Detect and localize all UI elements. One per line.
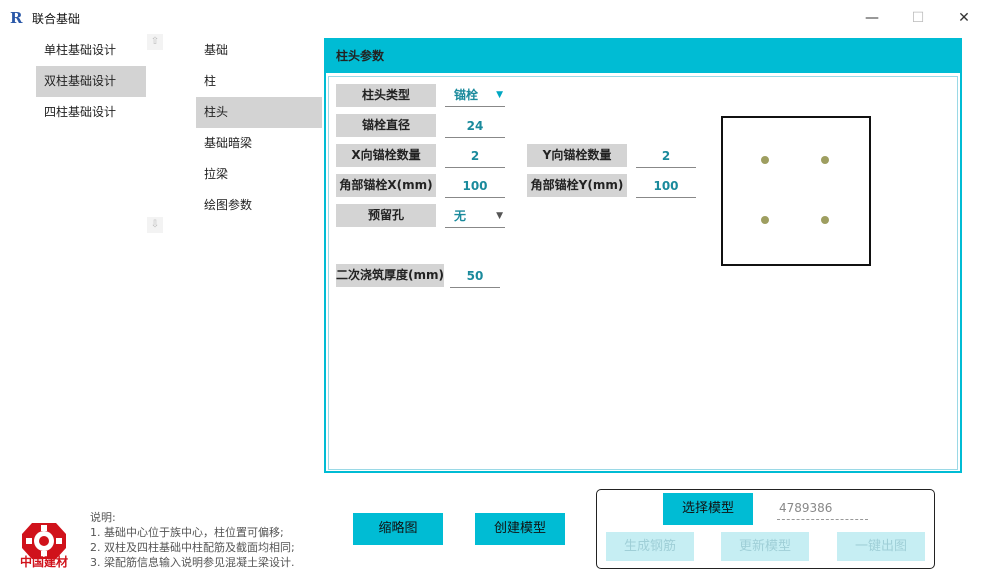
notes: 说明: 1. 基础中心位于族中心，柱位置可偏移; 2. 双柱及四柱基础中柱配筋及… (90, 510, 295, 570)
tab-tie-beam[interactable]: 拉梁 (196, 159, 322, 190)
corner-anchor-x-label: 角部锚栓X(mm) (336, 174, 436, 197)
minimize-button[interactable]: — (857, 6, 887, 30)
model-id-field[interactable]: 4789386 (777, 496, 868, 520)
create-model-button[interactable]: 创建模型 (475, 513, 565, 545)
logo-text: 中国建材 (19, 555, 68, 569)
notes-line: 3. 梁配筋信息输入说明参见混凝土梁设计. (90, 556, 295, 569)
nav-double-column[interactable]: 双柱基础设计 (36, 66, 146, 97)
close-button[interactable]: ✕ (949, 6, 979, 30)
dropdown-arrow-icon: ▼ (496, 211, 503, 221)
tab-column-head[interactable]: 柱头 (196, 97, 322, 128)
anchor-dot (761, 216, 769, 224)
scroll-up-icon[interactable]: ⇧ (147, 34, 163, 50)
maximize-button[interactable]: ☐ (903, 6, 933, 30)
y-anchor-count-label: Y向锚栓数量 (527, 144, 627, 167)
x-anchor-count-label: X向锚栓数量 (336, 144, 436, 167)
grout-thickness-label: 二次浇筑厚度(mm) (336, 264, 444, 287)
notes-line: 1. 基础中心位于族中心，柱位置可偏移; (90, 526, 284, 539)
tab-column[interactable]: 柱 (196, 66, 322, 97)
anchor-diameter-input[interactable]: 24 (445, 114, 505, 138)
reserved-hole-dropdown[interactable]: 无 ▼ (445, 204, 505, 228)
scroll-down-icon[interactable]: ⇩ (147, 217, 163, 233)
thumbnail-button[interactable]: 缩略图 (353, 513, 443, 545)
head-type-dropdown[interactable]: 锚栓 ▼ (445, 83, 505, 107)
tab-foundation[interactable]: 基础 (196, 35, 322, 66)
reserved-hole-label: 预留孔 (336, 204, 436, 227)
corner-anchor-x-input[interactable]: 100 (445, 174, 505, 198)
corner-anchor-y-label: 角部锚栓Y(mm) (527, 174, 627, 197)
anchor-dot (821, 216, 829, 224)
head-type-label: 柱头类型 (336, 84, 436, 107)
nav-four-column[interactable]: 四柱基础设计 (36, 97, 146, 128)
notes-line: 2. 双柱及四柱基础中柱配筋及截面均相同; (90, 541, 295, 554)
corner-anchor-y-input[interactable]: 100 (636, 174, 696, 198)
anchor-diameter-label: 锚栓直径 (336, 114, 436, 137)
anchor-dot (761, 156, 769, 164)
dropdown-arrow-icon: ▼ (496, 90, 503, 100)
head-type-value: 锚栓 (454, 88, 479, 102)
tab-drawing-params[interactable]: 绘图参数 (196, 190, 322, 221)
mid-nav: 基础 柱 柱头 基础暗梁 拉梁 绘图参数 (196, 35, 322, 221)
panel-title: 柱头参数 (326, 40, 960, 73)
x-anchor-count-input[interactable]: 2 (445, 144, 505, 168)
generate-rebar-button[interactable]: 生成钢筋 (606, 532, 694, 561)
anchor-dot (821, 156, 829, 164)
tab-hidden-beam[interactable]: 基础暗梁 (196, 128, 322, 159)
window-title: 联合基础 (32, 12, 81, 26)
grout-thickness-input[interactable]: 50 (450, 264, 500, 288)
anchor-layout-preview (721, 116, 871, 266)
update-model-button[interactable]: 更新模型 (721, 532, 809, 561)
left-nav: 单柱基础设计 双柱基础设计 四柱基础设计 (36, 35, 146, 128)
title-bar: R 联合基础 — ☐ ✕ (0, 0, 993, 36)
notes-heading: 说明: (90, 511, 116, 524)
nav-single-column[interactable]: 单柱基础设计 (36, 35, 146, 66)
one-click-drawing-button[interactable]: 一键出图 (837, 532, 925, 561)
select-model-button[interactable]: 选择模型 (663, 493, 753, 525)
y-anchor-count-input[interactable]: 2 (636, 144, 696, 168)
reserved-hole-value: 无 (454, 209, 467, 223)
revit-app-icon: R (10, 9, 23, 27)
